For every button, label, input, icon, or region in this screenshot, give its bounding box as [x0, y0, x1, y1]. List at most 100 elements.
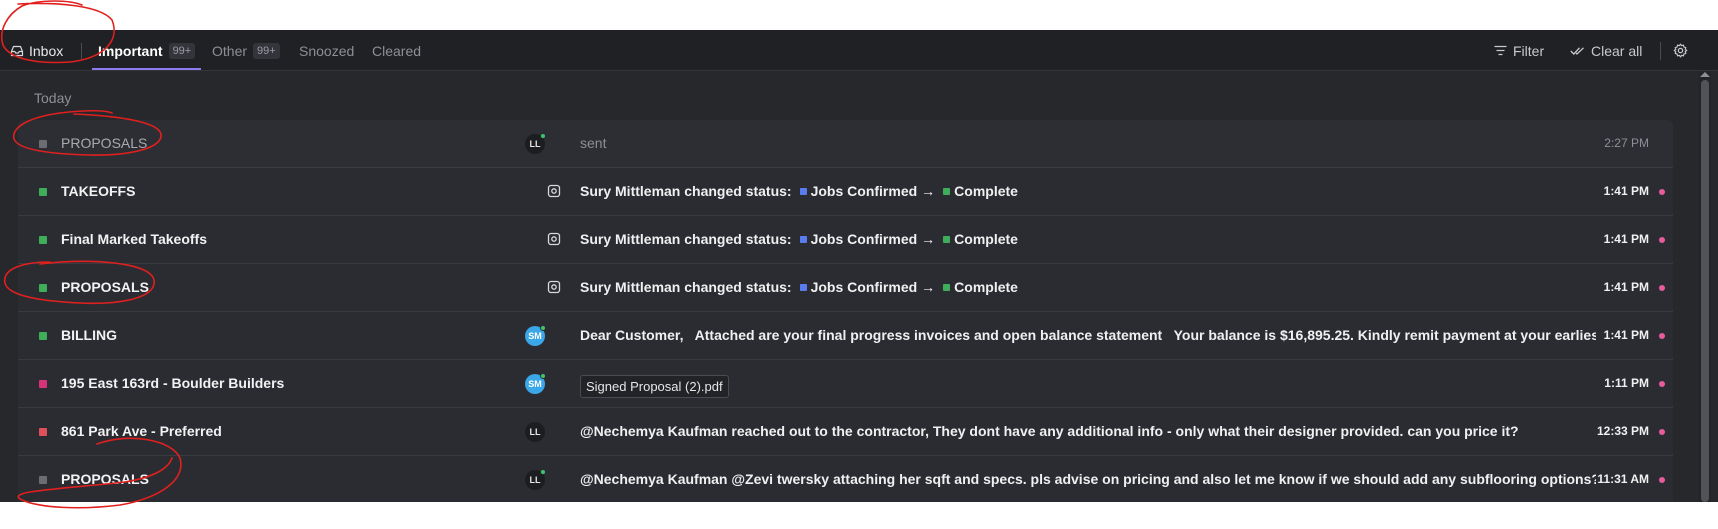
status-from-chip: Jobs Confirmed — [799, 231, 918, 247]
avatar: LL — [525, 422, 545, 442]
category-square — [39, 380, 47, 388]
avatar-initials: LL — [529, 139, 541, 149]
row-time: 1:41 PM — [1603, 280, 1649, 294]
row-time: 12:33 PM — [1596, 424, 1649, 438]
toolbar-separator — [1660, 42, 1661, 60]
status-from-chip: Jobs Confirmed — [799, 183, 918, 199]
message-text: Dear Customer, Attached are your final p… — [580, 327, 1596, 343]
row-message: sent — [580, 135, 1596, 151]
status-from-label: Jobs Confirmed — [810, 279, 918, 295]
row-time: 2:27 PM — [1604, 136, 1649, 150]
row-subject: PROPOSALS — [61, 135, 148, 151]
row-message: @Nechemya Kaufman @Zevi twersky attachin… — [580, 471, 1596, 487]
tab-important-label: Important — [98, 42, 163, 59]
category-square — [39, 284, 47, 292]
message-text: Sury Mittleman changed status: — [580, 231, 792, 247]
status-from-label: Jobs Confirmed — [810, 183, 918, 199]
online-dot — [540, 373, 546, 379]
avatar-initials: LL — [529, 475, 541, 485]
table-row[interactable]: PROPOSALS LL @Nechemya Kaufman @Zevi twe… — [18, 456, 1673, 502]
online-dot — [540, 325, 546, 331]
tab-cleared[interactable]: Cleared — [372, 30, 421, 71]
active-tab-indicator — [92, 68, 201, 70]
row-subject: Final Marked Takeoffs — [61, 231, 208, 247]
table-row[interactable]: 195 East 163rd - Boulder Builders SM Sig… — [18, 360, 1673, 408]
tab-other-count: 99+ — [253, 42, 280, 59]
category-square — [39, 188, 47, 196]
avatar: SM — [525, 325, 546, 346]
row-subject: BILLING — [61, 327, 117, 343]
row-subject: TAKEOFFS — [61, 183, 136, 199]
status-to-chip: Complete — [943, 231, 1018, 247]
status-to-chip: Complete — [943, 279, 1018, 295]
tab-important[interactable]: Important 99+ — [98, 30, 196, 71]
table-row[interactable]: BILLING SM Dear Customer, Attached are y… — [18, 312, 1673, 360]
avatar-initials: SM — [528, 379, 542, 389]
tab-inbox-label: Inbox — [29, 42, 64, 59]
table-row[interactable]: PROPOSALS Sury Mittleman changed status:… — [18, 264, 1673, 312]
category-square — [39, 236, 47, 244]
unread-dot — [1659, 429, 1665, 435]
table-row[interactable]: PROPOSALS LL sent 2:27 PM — [18, 120, 1673, 168]
status-to-label: Complete — [954, 183, 1018, 199]
unread-dot — [1659, 333, 1665, 339]
status-from-label: Jobs Confirmed — [810, 231, 918, 247]
row-subject: PROPOSALS — [61, 471, 149, 487]
unread-dot — [1659, 285, 1665, 291]
tab-inbox[interactable]: Inbox — [10, 30, 63, 71]
tab-separator — [81, 43, 82, 59]
avatar-initials: SM — [528, 331, 542, 341]
unread-dot — [1659, 477, 1665, 483]
message-text: @Nechemya Kaufman @Zevi twersky attachin… — [580, 471, 1596, 487]
table-row[interactable]: 861 Park Ave - Preferred LL @Nechemya Ka… — [18, 408, 1673, 456]
scrollbar-thumb[interactable] — [1701, 80, 1709, 502]
unread-dot — [1659, 237, 1665, 243]
tab-snoozed[interactable]: Snoozed — [299, 30, 354, 71]
tab-other[interactable]: Other 99+ — [212, 30, 280, 71]
filter-label: Filter — [1513, 42, 1545, 59]
category-square — [39, 428, 47, 436]
row-time: 1:41 PM — [1603, 232, 1649, 246]
unread-dot — [1659, 189, 1665, 195]
status-to-square — [943, 235, 951, 243]
inbox-icon — [10, 45, 24, 56]
status-change-icon — [547, 184, 561, 198]
section-today: Today — [34, 90, 72, 106]
status-change-icon — [547, 232, 561, 246]
row-time: 1:41 PM — [1603, 184, 1649, 198]
online-dot — [540, 469, 546, 475]
gear-icon — [1673, 43, 1688, 58]
settings-button[interactable] — [1673, 30, 1694, 71]
table-row[interactable]: Final Marked Takeoffs Sury Mittleman cha… — [18, 216, 1673, 264]
arrow-right-icon: → — [921, 231, 936, 247]
message-list: PROPOSALS LL sent 2:27 PM TAKEOFFS Sury … — [18, 120, 1673, 502]
top-bar: Inbox Important 99+ Other 99+ Snoozed Cl… — [0, 30, 1718, 71]
attachment-chip[interactable]: Signed Proposal (2).pdf — [580, 375, 729, 398]
avatar: LL — [525, 133, 546, 154]
clear-all-label: Clear all — [1591, 42, 1643, 59]
inbox-app: Inbox Important 99+ Other 99+ Snoozed Cl… — [0, 30, 1718, 502]
table-row[interactable]: TAKEOFFS Sury Mittleman changed status: … — [18, 168, 1673, 216]
category-square — [39, 140, 47, 148]
scroll-up-arrow-icon[interactable] — [1700, 72, 1710, 77]
row-message: @Nechemya Kaufman reached out to the con… — [580, 423, 1596, 439]
row-time: 1:11 PM — [1604, 376, 1649, 390]
avatar: SM — [525, 373, 546, 394]
status-to-square — [943, 187, 951, 195]
clear-all-button[interactable]: Clear all — [1570, 30, 1642, 71]
arrow-right-icon: → — [921, 279, 936, 295]
row-message: Sury Mittleman changed status: Jobs Conf… — [580, 279, 1596, 295]
status-to-square — [943, 283, 951, 291]
status-from-square — [799, 283, 807, 291]
status-from-square — [799, 235, 807, 243]
row-subject: 195 East 163rd - Boulder Builders — [61, 375, 285, 391]
filter-button[interactable]: Filter — [1494, 30, 1544, 71]
tab-important-count: 99+ — [168, 42, 196, 59]
row-subject: 861 Park Ave - Preferred — [61, 423, 222, 439]
row-subject: PROPOSALS — [61, 279, 149, 295]
online-dot — [540, 133, 546, 139]
message-text: sent — [580, 135, 607, 151]
message-text: Sury Mittleman changed status: — [580, 183, 792, 199]
tab-snoozed-label: Snoozed — [299, 42, 355, 59]
status-from-square — [799, 187, 807, 195]
